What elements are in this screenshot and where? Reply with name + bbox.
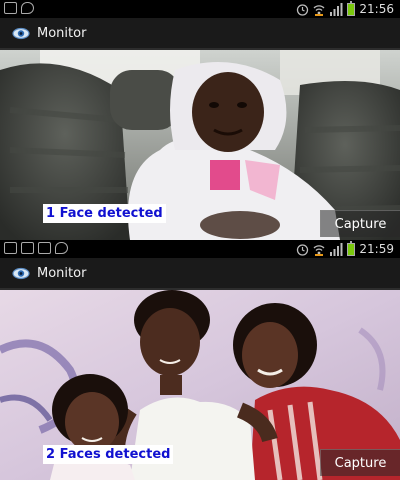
battery-icon	[347, 240, 356, 256]
face-count-label: 1 Face detected	[43, 204, 166, 223]
notification-icons	[4, 2, 34, 14]
battery-icon	[347, 0, 356, 16]
app-title: Monitor	[37, 25, 87, 41]
chat-notification-icon	[38, 242, 51, 254]
chat-notification-icon	[4, 2, 17, 14]
status-time: 21:59	[359, 242, 394, 256]
notification-icons	[4, 242, 68, 254]
screenshot-1: 21:56 Monitor 1 Face detected Capture	[0, 0, 400, 240]
app-title: Monitor	[37, 265, 87, 281]
eye-icon	[12, 267, 30, 279]
capture-button[interactable]: Capture	[320, 210, 400, 237]
signal-icon	[330, 2, 343, 16]
gmail-icon	[4, 242, 17, 254]
system-icons: 21:56	[296, 0, 394, 18]
eye-icon	[12, 27, 30, 39]
action-bar: Monitor	[0, 18, 400, 48]
message-bubble-icon	[55, 242, 68, 254]
status-bar: 21:59	[0, 240, 400, 258]
face-count-label: 2 Faces detected	[43, 445, 174, 464]
message-bubble-icon	[21, 2, 34, 14]
gallery-icon	[21, 242, 34, 254]
signal-icon	[330, 242, 343, 256]
wifi-icon	[313, 244, 325, 256]
status-bar: 21:56	[0, 0, 400, 18]
screenshot-2: 21:59 Monitor 2 Faces detected Capture	[0, 240, 400, 480]
alarm-icon	[297, 3, 309, 16]
wifi-icon	[313, 4, 325, 16]
status-time: 21:56	[359, 2, 394, 16]
capture-button[interactable]: Capture	[320, 449, 400, 476]
action-bar: Monitor	[0, 258, 400, 288]
system-icons: 21:59	[296, 240, 394, 258]
alarm-icon	[297, 243, 309, 256]
